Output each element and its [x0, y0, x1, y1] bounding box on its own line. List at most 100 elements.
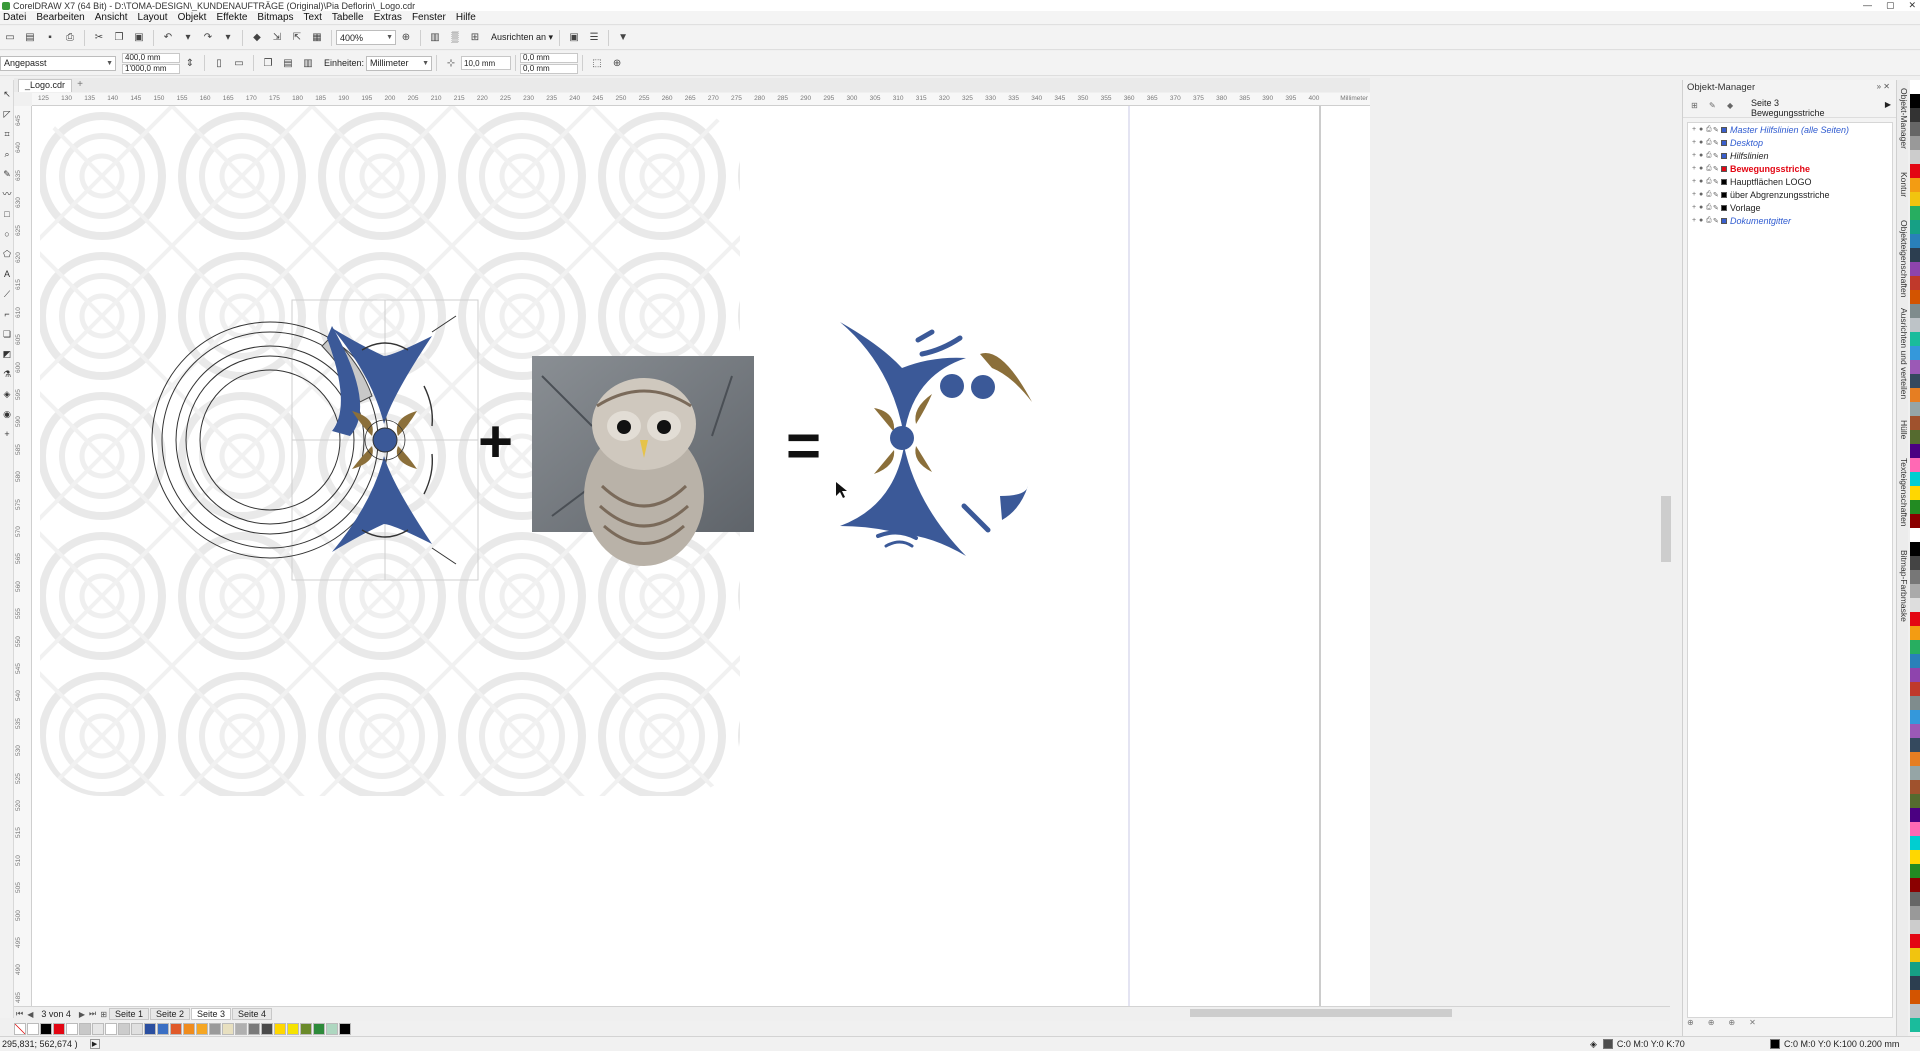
palette-swatch[interactable]	[1910, 864, 1920, 878]
palette-swatch[interactable]	[157, 1022, 169, 1035]
full-screen-icon[interactable]: ⊕	[399, 31, 413, 45]
palette-swatch[interactable]	[1910, 696, 1920, 710]
palette-swatch[interactable]	[1910, 920, 1920, 934]
page-tab-4[interactable]: Seite 4	[232, 1008, 273, 1020]
all-pages-icon[interactable]: ❐	[261, 56, 275, 70]
minimize-button[interactable]: —	[1863, 0, 1872, 11]
docker-menu-icon[interactable]: ▶	[1885, 100, 1891, 109]
palette-swatch[interactable]	[1910, 444, 1920, 458]
layer-row[interactable]: + ● ⎙ ✎ über Abgrenzungsstriche	[1688, 188, 1892, 201]
text-tool-icon[interactable]: A	[1, 268, 13, 280]
palette-swatch[interactable]	[53, 1022, 65, 1035]
layer-row[interactable]: + ● ⎙ ✎ Desktop	[1688, 136, 1892, 149]
palette-swatch[interactable]	[1910, 332, 1920, 346]
publish-pdf-icon[interactable]: ▦	[310, 31, 324, 45]
palette-swatch[interactable]	[1910, 780, 1920, 794]
save-icon[interactable]: ▪	[43, 31, 57, 45]
palette-swatch[interactable]	[144, 1022, 156, 1035]
side-tab[interactable]: Objekteigenschaften	[1898, 220, 1909, 298]
menu-fenster[interactable]: Fenster	[409, 12, 453, 23]
print-icon[interactable]: ⎙	[63, 31, 77, 45]
drop-shadow-icon[interactable]: ❏	[1, 328, 13, 340]
layer-row[interactable]: + ● ⎙ ✎ Bewegungsstriche	[1688, 162, 1892, 175]
menu-datei[interactable]: Datei	[0, 12, 33, 23]
palette-swatch[interactable]	[1910, 640, 1920, 654]
vertical-scroll-thumb[interactable]	[1661, 496, 1671, 562]
palette-swatch[interactable]	[1910, 430, 1920, 444]
layer-row[interactable]: + ● ⎙ ✎ Master Hilfslinien (alle Seiten)	[1688, 123, 1892, 136]
palette-swatch[interactable]	[1910, 472, 1920, 486]
current-page-icon[interactable]: ▤	[281, 56, 295, 70]
palette-swatch[interactable]	[1910, 850, 1920, 864]
quick-customize-icon[interactable]: ⊕	[610, 56, 624, 70]
show-guidelines-icon[interactable]: ⊞	[468, 31, 482, 45]
import-icon[interactable]: ⇲	[270, 31, 284, 45]
landscape-icon[interactable]: ▭	[232, 56, 246, 70]
palette-swatch[interactable]	[1910, 360, 1920, 374]
palette-swatch[interactable]	[1910, 990, 1920, 1004]
print-icon[interactable]: ⎙	[1706, 204, 1712, 212]
duplicate-y-input[interactable]: 0,0 mm	[520, 63, 579, 74]
palette-swatch[interactable]	[1910, 934, 1920, 948]
interactive-fill-icon[interactable]: ◈	[1, 388, 13, 400]
palette-swatch[interactable]	[1910, 892, 1920, 906]
search-content-icon[interactable]: ◆	[250, 31, 264, 45]
last-page-icon[interactable]: ⏭	[89, 1009, 96, 1019]
palette-swatch[interactable]	[339, 1022, 351, 1035]
palette-swatch[interactable]	[209, 1022, 221, 1035]
palette-swatch[interactable]	[1910, 542, 1920, 556]
edit-icon[interactable]: ✎	[1713, 178, 1719, 186]
close-button[interactable]: ✕	[1908, 0, 1916, 11]
add-page-icon[interactable]: ⊞	[100, 1010, 107, 1019]
palette-swatch[interactable]	[1910, 318, 1920, 332]
next-page-icon[interactable]: ▶	[79, 1010, 85, 1019]
undo-dropdown-icon[interactable]: ▾	[181, 31, 195, 45]
palette-swatch[interactable]	[1910, 304, 1920, 318]
print-icon[interactable]: ⎙	[1706, 152, 1712, 160]
palette-swatch[interactable]	[1910, 346, 1920, 360]
play-icon[interactable]: ▶	[89, 1039, 100, 1049]
layer-row[interactable]: + ● ⎙ ✎ Vorlage	[1688, 201, 1892, 214]
palette-swatch[interactable]	[196, 1022, 208, 1035]
palette-swatch[interactable]	[326, 1022, 338, 1035]
menu-bearbeiten[interactable]: Bearbeiten	[33, 12, 91, 23]
page-tab-1[interactable]: Seite 1	[108, 1008, 149, 1020]
palette-swatch[interactable]	[1910, 948, 1920, 962]
units-combo[interactable]: Millimeter ▼	[366, 55, 433, 71]
layer-row[interactable]: + ● ⎙ ✎ Dokumentgitter	[1688, 214, 1892, 227]
ellipse-tool-icon[interactable]: ○	[1, 228, 13, 240]
palette-swatch[interactable]	[118, 1022, 130, 1035]
layer-row[interactable]: + ● ⎙ ✎ Hauptflächen LOGO	[1688, 175, 1892, 188]
page-height-input[interactable]: 1'000,0 mm	[122, 63, 180, 74]
expand-icon[interactable]: +	[1692, 139, 1698, 146]
palette-swatch[interactable]	[1910, 1004, 1920, 1018]
palette-swatch[interactable]	[1910, 598, 1920, 612]
delete-layer-icon[interactable]: ✕	[1749, 1018, 1756, 1027]
palette-swatch[interactable]	[1910, 164, 1920, 178]
palette-swatch[interactable]	[1910, 836, 1920, 850]
eyedropper-tool-icon[interactable]: ⚗	[1, 368, 13, 380]
edit-across-layers-icon[interactable]: ✎	[1709, 101, 1716, 110]
palette-swatch[interactable]	[274, 1022, 286, 1035]
edit-icon[interactable]: ✎	[1713, 139, 1719, 147]
menu-extras[interactable]: Extras	[371, 12, 409, 23]
palette-swatch[interactable]	[222, 1022, 234, 1035]
no-color-swatch[interactable]	[14, 1022, 26, 1035]
add-tab-icon[interactable]: +	[74, 79, 86, 91]
menu-text[interactable]: Text	[301, 12, 329, 23]
visibility-icon[interactable]: ●	[1699, 126, 1705, 133]
visibility-icon[interactable]: ●	[1699, 178, 1705, 185]
menu-layout[interactable]: Layout	[135, 12, 175, 23]
fill-indicator[interactable]: ◈ C:0 M:0 Y:0 K:70	[1590, 1039, 1685, 1050]
edit-icon[interactable]: ✎	[1713, 217, 1719, 225]
palette-swatch[interactable]	[131, 1022, 143, 1035]
print-icon[interactable]: ⎙	[1706, 178, 1712, 186]
palette-swatch[interactable]	[1910, 682, 1920, 696]
palette-swatch[interactable]	[1910, 234, 1920, 248]
palette-swatch[interactable]	[1910, 94, 1920, 108]
palette-swatch[interactable]	[1910, 458, 1920, 472]
menu-ansicht[interactable]: Ansicht	[92, 12, 135, 23]
palette-swatch[interactable]	[1910, 738, 1920, 752]
print-icon[interactable]: ⎙	[1706, 191, 1712, 199]
side-tab[interactable]: Bitmap-Farbmaske	[1898, 550, 1909, 622]
